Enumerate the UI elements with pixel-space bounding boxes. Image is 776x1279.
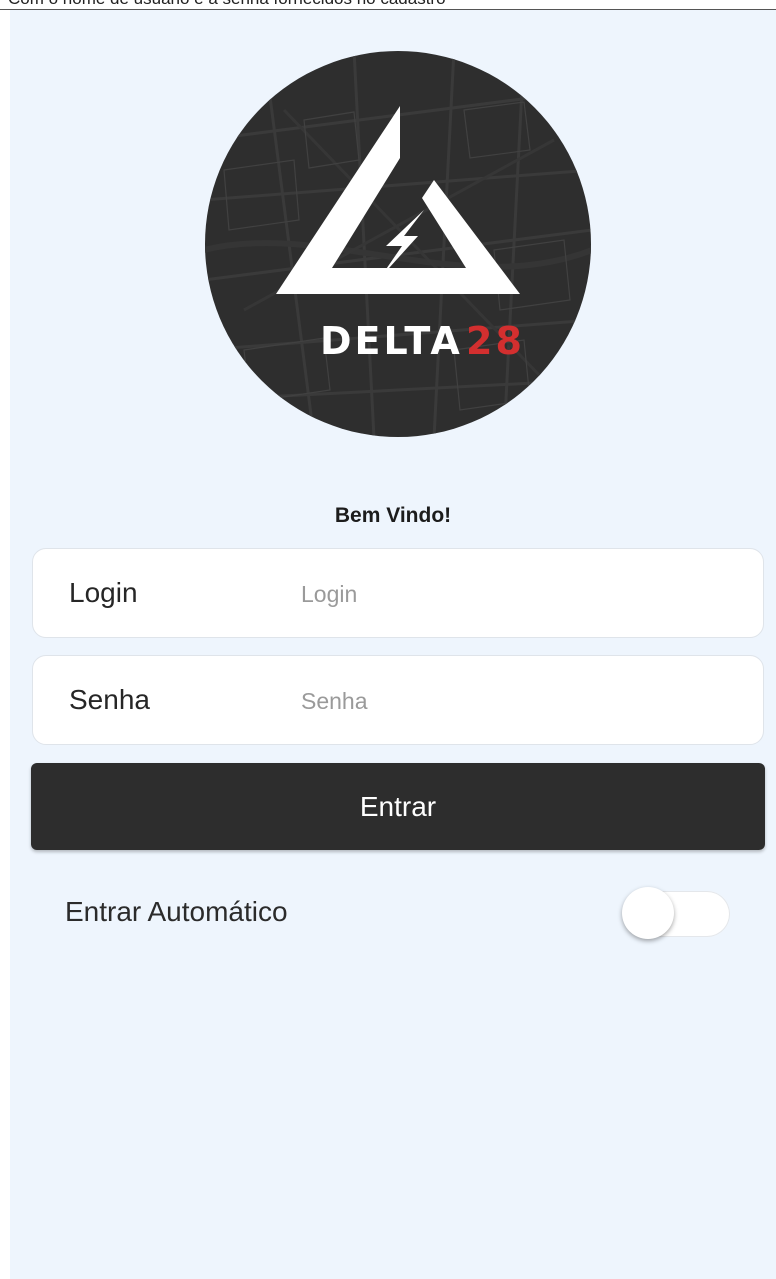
welcome-text: Bem Vindo!	[334, 504, 452, 527]
auto-login-label: Entrar Automático	[65, 896, 288, 927]
login-label: Login	[69, 577, 138, 608]
enter-button[interactable]: Entrar	[31, 763, 765, 850]
logo-text-28: 28	[466, 319, 525, 363]
password-input[interactable]	[301, 670, 741, 732]
logo-text-delta: DELTA	[320, 319, 463, 363]
delta-28-logo: DELTA 28	[204, 50, 592, 438]
toggle-knob	[622, 887, 674, 939]
top-caption-text: Com o nome de usuário e a senha fornecid…	[8, 0, 446, 9]
login-screen: DELTA 28 Bem Vindo! Login Senha Entrar E…	[10, 10, 776, 1279]
login-field[interactable]: Login	[32, 548, 764, 638]
login-input[interactable]	[301, 563, 741, 625]
auto-login-toggle[interactable]	[622, 887, 732, 939]
password-field[interactable]: Senha	[32, 655, 764, 745]
top-caption: Com o nome de usuário e a senha fornecid…	[0, 0, 776, 10]
logo-wordmark: DELTA 28	[320, 319, 525, 363]
logo-graphic: DELTA 28	[205, 51, 591, 437]
password-label: Senha	[69, 684, 150, 715]
